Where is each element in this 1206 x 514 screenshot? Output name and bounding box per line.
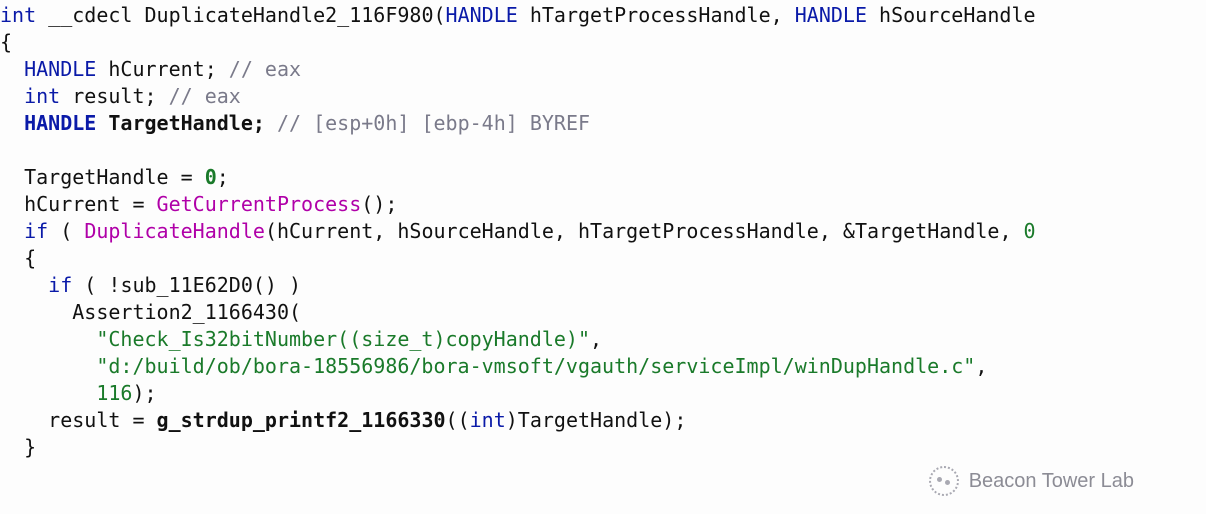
code-token: ( (433, 3, 445, 27)
code-token: & (843, 219, 855, 243)
code-token: if (24, 219, 48, 243)
code-token: sub_11E62D0 (120, 273, 252, 297)
code-line: int __cdecl DuplicateHandle2_116F980(HAN… (0, 3, 1036, 27)
code-token: 116 (96, 381, 132, 405)
code-token: Assertion2_1166430 (72, 300, 289, 324)
code-token: hSourceHandle (867, 3, 1036, 27)
code-line: if ( !sub_11E62D0() ) (0, 273, 301, 297)
code-line: { (0, 246, 36, 270)
code-token: , (590, 327, 602, 351)
code-token: (( (446, 408, 470, 432)
code-token: "Check_Is32bitNumber((size_t)copyHandle)… (96, 327, 590, 351)
code-line: } (0, 435, 36, 459)
code-token: TargetHandle; (96, 111, 277, 135)
code-line: "Check_Is32bitNumber((size_t)copyHandle)… (0, 327, 602, 351)
code-line: { (0, 30, 12, 54)
code-line: HANDLE hCurrent; // eax (0, 57, 301, 81)
code-line: if ( DuplicateHandle(hCurrent, hSourceHa… (0, 219, 1036, 243)
code-line: Assertion2_1166430( (0, 300, 301, 324)
code-token: g_strdup_printf2_1166330 (157, 408, 446, 432)
code-token: HANDLE (795, 3, 867, 27)
code-token: // [esp+0h] [ebp-4h] BYREF (277, 111, 590, 135)
decompiled-code-view: int __cdecl DuplicateHandle2_116F980(HAN… (0, 0, 1206, 461)
code-token: ( (289, 300, 301, 324)
code-token: ( (48, 219, 84, 243)
code-token: __cdecl (36, 3, 144, 27)
code-token: 0 (1024, 219, 1036, 243)
code-token: // eax (229, 57, 301, 81)
code-token: int (470, 408, 506, 432)
code-token: ; (217, 165, 229, 189)
code-token: if (48, 273, 72, 297)
watermark: Beacon Tower Lab (929, 466, 1134, 496)
code-token: int (0, 3, 36, 27)
code-token: )TargetHandle); (506, 408, 687, 432)
code-token: () ) (253, 273, 301, 297)
code-token: (hCurrent, hSourceHandle, hTargetProcess… (265, 219, 843, 243)
code-token: 0 (205, 165, 217, 189)
code-line: "d:/build/ob/bora-18556986/bora-vmsoft/v… (0, 354, 987, 378)
code-token: // eax (169, 84, 241, 108)
code-line: 116); (0, 381, 157, 405)
code-token: } (24, 435, 36, 459)
code-token: { (24, 246, 36, 270)
code-token: HANDLE (24, 57, 96, 81)
code-token: hCurrent; (96, 57, 228, 81)
code-token: ( ! (72, 273, 120, 297)
code-token: (); (361, 192, 397, 216)
code-token: DuplicateHandle2_116F980 (145, 3, 434, 27)
watermark-icon (929, 466, 959, 496)
code-token: TargetHandle, (855, 219, 1024, 243)
code-token: hTargetProcessHandle, (518, 3, 795, 27)
code-line: result = g_strdup_printf2_1166330((int)T… (0, 408, 686, 432)
code-token: ); (132, 381, 156, 405)
watermark-text: Beacon Tower Lab (969, 468, 1134, 495)
code-token: { (0, 30, 12, 54)
code-line: hCurrent = GetCurrentProcess(); (0, 192, 397, 216)
code-token: "d:/build/ob/bora-18556986/bora-vmsoft/v… (96, 354, 975, 378)
code-token: TargetHandle = (24, 165, 205, 189)
code-line: int result; // eax (0, 84, 241, 108)
code-token: DuplicateHandle (84, 219, 265, 243)
code-line: HANDLE TargetHandle; // [esp+0h] [ebp-4h… (0, 111, 590, 135)
code-token: result; (60, 84, 168, 108)
code-token: hCurrent = (24, 192, 156, 216)
code-line: TargetHandle = 0; (0, 165, 229, 189)
code-token: HANDLE (446, 3, 518, 27)
code-token: int (24, 84, 60, 108)
code-token: , (975, 354, 987, 378)
code-token: GetCurrentProcess (157, 192, 362, 216)
code-token: result = (48, 408, 156, 432)
code-token: HANDLE (24, 111, 96, 135)
